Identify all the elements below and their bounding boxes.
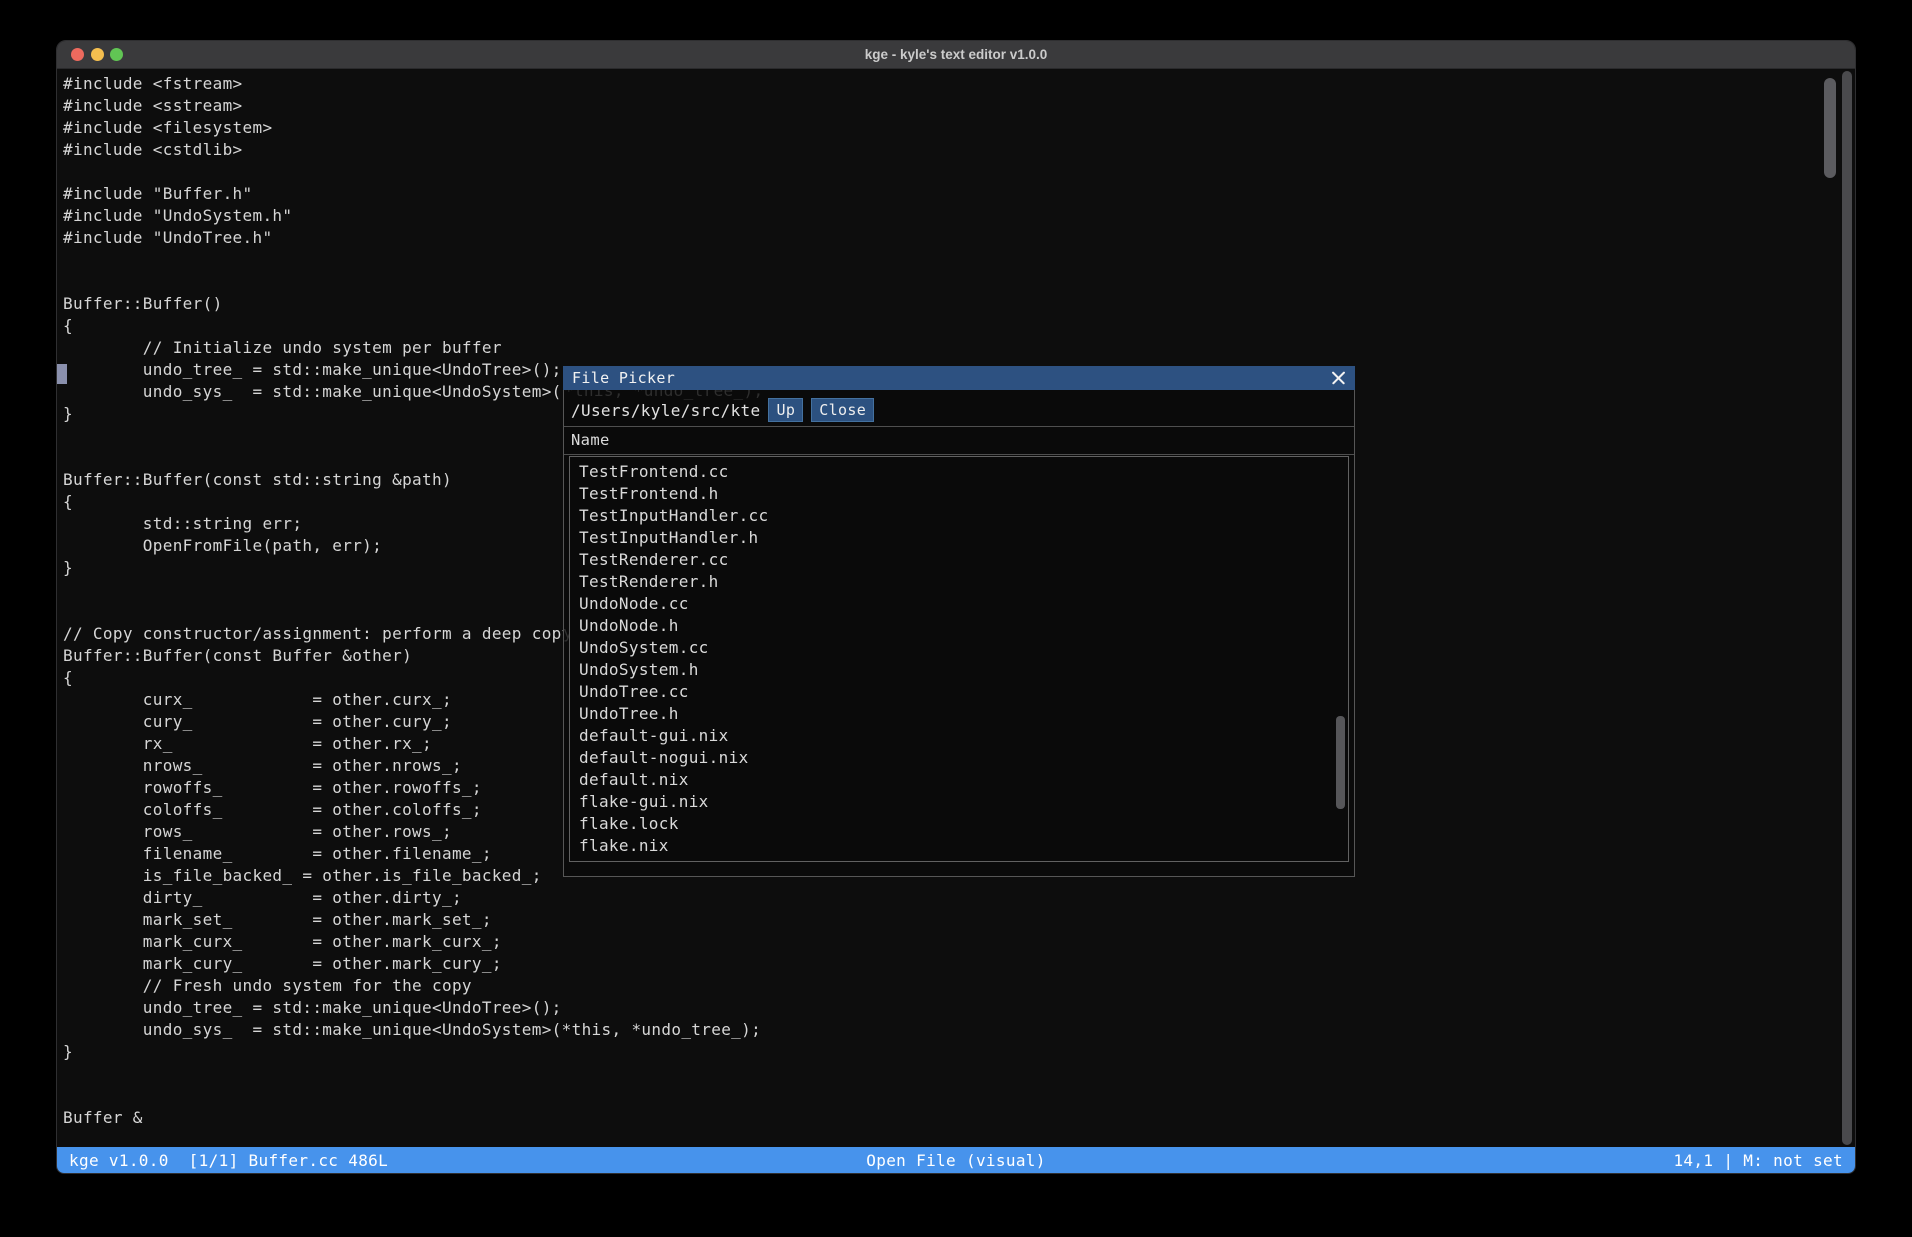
file-picker-body: (*this, *undo_tree_); y of core fields; …: [563, 390, 1355, 877]
up-button[interactable]: Up: [768, 398, 803, 422]
status-mode: Open File (visual): [866, 1151, 1046, 1170]
list-item[interactable]: default.nix: [570, 769, 1348, 791]
file-list: TestFrontend.ccTestFrontend.hTestInputHa…: [569, 456, 1349, 862]
current-path: /Users/kyle/src/kte: [571, 401, 760, 420]
list-item[interactable]: flake.nix: [570, 835, 1348, 857]
window-title: kge - kyle's text editor v1.0.0: [57, 47, 1855, 62]
list-item[interactable]: UndoTree.h: [570, 703, 1348, 725]
status-bar: kge v1.0.0 [1/1] Buffer.cc 486L Open Fil…: [57, 1147, 1855, 1173]
list-item[interactable]: TestRenderer.cc: [570, 549, 1348, 571]
list-item[interactable]: UndoNode.h: [570, 615, 1348, 637]
list-item[interactable]: default-nogui.nix: [570, 747, 1348, 769]
close-icon[interactable]: [1331, 371, 1346, 386]
file-picker-dialog: File Picker (*this, *undo_tree_); y of c…: [563, 366, 1355, 877]
path-row: /Users/kyle/src/kte Up Close: [571, 398, 874, 422]
list-item[interactable]: TestFrontend.h: [570, 483, 1348, 505]
status-cursor-position: 14,1 | M: not set: [1673, 1151, 1843, 1170]
list-item[interactable]: TestFrontend.cc: [570, 461, 1348, 483]
list-item[interactable]: UndoNode.cc: [570, 593, 1348, 615]
separator: [564, 426, 1354, 427]
list-item[interactable]: UndoSystem.h: [570, 659, 1348, 681]
list-item[interactable]: TestRenderer.h: [570, 571, 1348, 593]
name-column-header: Name: [571, 431, 610, 449]
desktop: kge - kyle's text editor v1.0.0 #include…: [0, 0, 1912, 1237]
list-item[interactable]: UndoSystem.cc: [570, 637, 1348, 659]
list-item[interactable]: UndoTree.cc: [570, 681, 1348, 703]
file-picker-titlebar[interactable]: File Picker: [563, 366, 1355, 390]
close-button[interactable]: Close: [811, 398, 874, 422]
editor-scrollbar-thumb[interactable]: [1824, 78, 1836, 178]
file-list-scrollbar-thumb[interactable]: [1336, 716, 1345, 809]
window-titlebar[interactable]: kge - kyle's text editor v1.0.0: [57, 41, 1855, 69]
list-item[interactable]: flake.lock: [570, 813, 1348, 835]
file-picker-title: File Picker: [572, 369, 675, 387]
list-item[interactable]: TestInputHandler.cc: [570, 505, 1348, 527]
separator: [564, 454, 1354, 455]
list-item[interactable]: flake-gui.nix: [570, 791, 1348, 813]
editor-scrollbar-track[interactable]: [1842, 71, 1852, 1145]
list-item[interactable]: TestInputHandler.h: [570, 527, 1348, 549]
list-item[interactable]: default-gui.nix: [570, 725, 1348, 747]
status-version-file: kge v1.0.0 [1/1] Buffer.cc 486L: [69, 1151, 388, 1170]
